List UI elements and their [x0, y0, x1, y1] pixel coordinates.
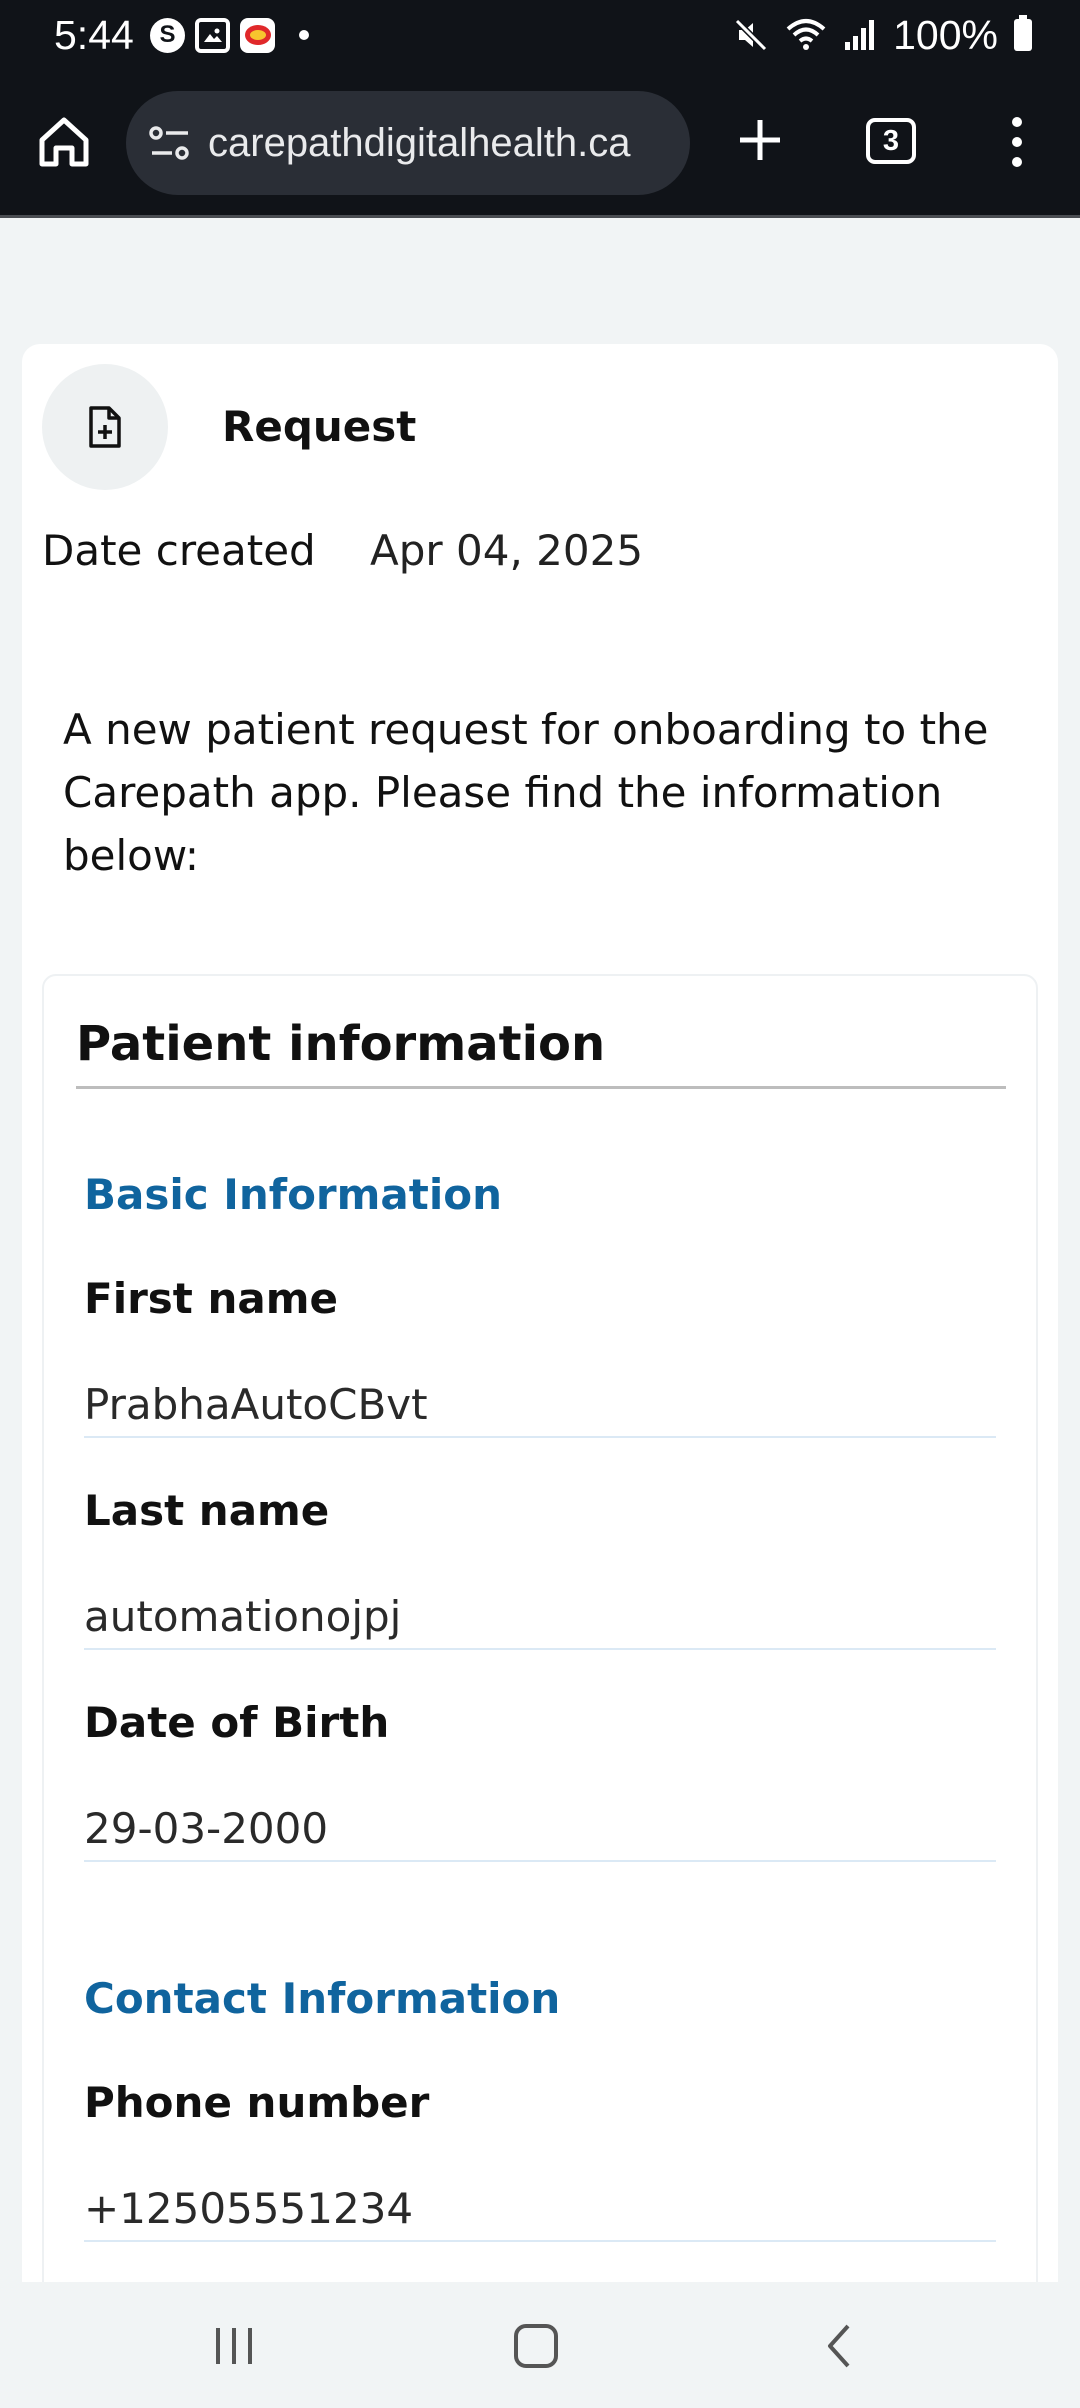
- date-of-birth-value: 29-03-2000: [84, 1802, 996, 1862]
- mute-icon: [735, 18, 768, 52]
- last-name-label: Last name: [84, 1486, 330, 1535]
- title-divider: [76, 1086, 1006, 1089]
- more-options-icon[interactable]: [1000, 112, 1034, 172]
- date-created-value: Apr 04, 2025: [370, 526, 644, 575]
- basic-information-heading: Basic Information: [84, 1170, 502, 1219]
- request-description: A new patient request for onboarding to …: [63, 705, 989, 880]
- tab-switcher-button[interactable]: 3: [866, 118, 916, 164]
- signal-icon: [845, 20, 875, 50]
- first-name-value: PrabhaAutoCBvt: [84, 1378, 996, 1438]
- recent-apps-icon[interactable]: [194, 2306, 274, 2386]
- home-button-icon[interactable]: [496, 2306, 576, 2386]
- request-title: Request: [222, 402, 417, 451]
- s-app-icon: S: [150, 17, 185, 53]
- status-time: 5:44: [54, 12, 134, 58]
- last-name-value: automationojpj: [84, 1590, 996, 1650]
- request-card: Request Date created Apr 04, 2025 A new …: [22, 344, 1058, 2374]
- date-of-birth-label: Date of Birth: [84, 1698, 390, 1747]
- back-icon[interactable]: [800, 2306, 880, 2386]
- site-settings-icon[interactable]: [148, 123, 192, 163]
- first-name-label: First name: [84, 1274, 338, 1323]
- patient-information-panel: Patient information Basic Information Fi…: [42, 974, 1038, 2374]
- status-system-icons: 100%: [733, 10, 1032, 60]
- game-app-icon: [240, 17, 275, 53]
- phone-number-value: +12505551234: [84, 2182, 996, 2242]
- new-tab-icon[interactable]: [730, 110, 790, 170]
- system-navigation-bar: [0, 2282, 1080, 2408]
- battery-icon: [1014, 15, 1032, 51]
- status-bar: 5:44 S 100%: [0, 0, 1080, 68]
- browser-toolbar: carepathdigitalhealth.ca 3: [0, 68, 1080, 218]
- document-add-icon: [42, 364, 168, 490]
- dot-icon: [299, 30, 309, 40]
- gallery-icon: [195, 17, 230, 53]
- address-bar[interactable]: carepathdigitalhealth.ca: [126, 91, 690, 195]
- phone-number-label: Phone number: [84, 2078, 430, 2127]
- status-notification-icons: S: [150, 17, 309, 53]
- home-icon[interactable]: [32, 110, 96, 174]
- battery-percent: 100%: [893, 11, 998, 58]
- patient-information-title: Patient information: [76, 1016, 606, 1072]
- date-created-label: Date created: [42, 526, 316, 575]
- url-text: carepathdigitalhealth.ca: [208, 121, 631, 165]
- contact-information-heading: Contact Information: [84, 1974, 561, 2023]
- wifi-icon: [786, 19, 826, 50]
